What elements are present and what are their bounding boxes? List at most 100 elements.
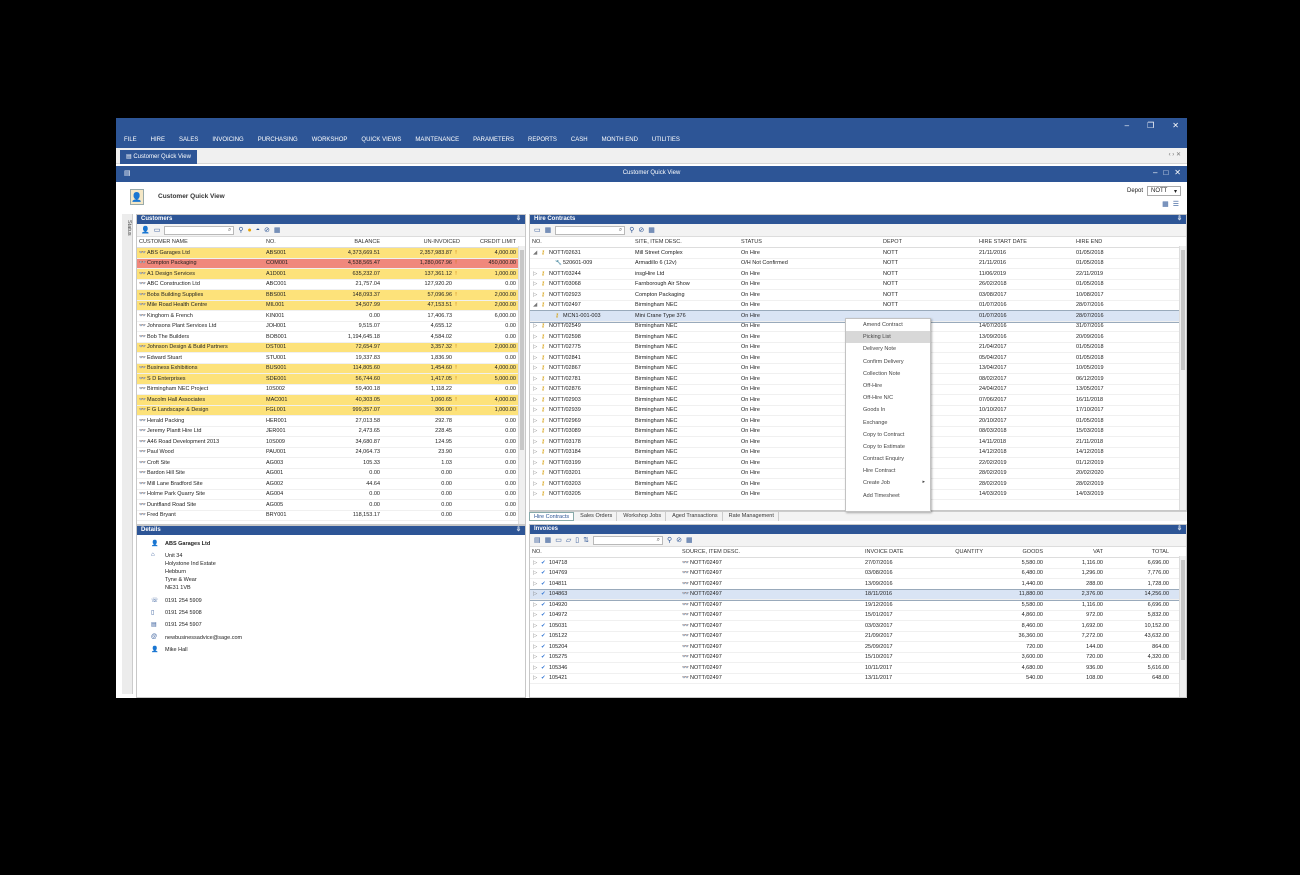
refresh-icon[interactable]: ⊘ [638,226,644,234]
table-row[interactable]: 👓A46 Road Development 2013 10S009 34,680.8… [137,437,525,448]
calendar-icon[interactable]: ▦ [545,226,552,234]
expand-icon[interactable]: ▷ [533,570,541,576]
column-header[interactable]: DEPOT [881,239,977,245]
menu-item-add-timesheet[interactable]: Add Timesheet [846,490,930,502]
table-row[interactable]: 👓Croft Site AG003 105.33 1.03 0.00 [137,458,525,469]
pin-icon[interactable]: ⇩ [516,215,521,222]
refresh-icon[interactable]: ⊘ [676,536,682,544]
table-row[interactable]: 👓Johnsons Plant Services Ltd JOH001 9,515.… [137,322,525,332]
menu-item-picking-list[interactable]: Picking List [846,331,930,344]
table-row[interactable]: 👓Johnson Design & Build Partners DST001 72… [137,342,525,353]
menu-item-contract-enquiry[interactable]: Contract Enquiry [846,453,930,465]
close-icon[interactable]: ✕ [1174,168,1181,177]
table-row[interactable]: ▷ ✔ 105204 👓NOTT/02497 25/09/2017 720.00 144.0… [530,642,1186,653]
expand-icon[interactable]: ▷ [533,612,541,618]
menu-item[interactable]: FILE [124,137,137,143]
menu-item[interactable]: PURCHASING [258,137,298,143]
status-side-tab[interactable]: Status [122,214,133,694]
menu-item[interactable]: HIRE [151,137,165,143]
table-row[interactable]: 👓Herald Packing HER001 27,013.58 292.78 0.00 [137,416,525,427]
menu-item[interactable]: UTILITIES [652,137,680,143]
menu-item[interactable]: QUICK VIEWS [361,137,401,143]
table-row[interactable]: 👓Bardon Hill Site AG001 0.00 0.00 0.00 [137,469,525,479]
expand-icon[interactable]: ▷ [533,418,541,424]
circle-icon[interactable]: ● [247,227,251,234]
table-row[interactable]: 👓Holme Park Quarry Site AG004 0.00 0.00 0.00 [137,490,525,500]
restore-icon[interactable]: ❐ [1147,121,1154,130]
customers-scrollbar[interactable] [518,246,525,524]
tab-customer-quick-view[interactable]: ▤ Customer Quick View [120,150,197,164]
menu-item-goods-in[interactable]: Goods In [846,404,930,416]
expand-icon[interactable]: ▷ [533,654,541,660]
menu-item-create-job[interactable]: Create Job ▸ [846,477,930,489]
table-row[interactable]: ▷ ✔ 104920 👓NOTT/02497 19/12/2016 5,580.00 1,1… [530,600,1186,611]
expand-icon[interactable]: ▷ [533,439,541,445]
table-row[interactable]: 👓Mill Lane Bradford Site AG002 44.64 0.00 0.… [137,479,525,490]
depot-dropdown[interactable]: NOTT ▾ [1147,186,1181,196]
table-row[interactable]: ▷ ⚷ NOTT/03068 Farnborough Air Show On Hire N… [530,280,1186,290]
filter-icon[interactable]: ◓ [256,227,260,234]
table-row[interactable]: ▷ ⚷ NOTT/03244 insgHire Ltd On Hire NOTT 11/06… [530,269,1186,280]
menu-item[interactable]: PARAMETERS [473,137,514,143]
expand-icon[interactable]: ▷ [533,675,541,681]
table-row[interactable]: 👓Fred Bryant BRY001 118,153.17 0.00 0.00 [137,511,525,521]
table-row[interactable]: ▷ ⚷ NOTT/02923 Compton Packaging On Hire NOTT… [530,290,1186,301]
expand-icon[interactable]: ▷ [533,560,541,566]
list-icon[interactable]: ☰ [1173,200,1179,208]
table-row[interactable]: ▷ ✔ 105346 👓NOTT/02497 10/11/2017 4,680.00 936… [530,663,1186,674]
menu-item[interactable]: MAINTENANCE [415,137,459,143]
tab-rate-management[interactable]: Rate Management [725,512,779,521]
expand-icon[interactable]: ▷ [533,591,541,597]
tab-aged-transactions[interactable]: Aged Transactions [668,512,723,521]
table-row[interactable]: 👓Kinghorn & French KIN001 0.00 17,406.73 6,0… [137,311,525,322]
table-row[interactable]: 👓Compton Packaging COM001 4,538,565.47 1,28… [137,258,525,269]
table-row[interactable]: 👓S D Enterprises SDE001 56,744.60 1,417.05!… [137,374,525,385]
table-row[interactable]: 👓Mile Road Health Centre MIL001 34,507.99 4… [137,300,525,311]
table-row[interactable]: 👓Edward Stuart STU001 19,337.83 1,836.90 0.0… [137,353,525,364]
menu-item-off-hire-n-c[interactable]: Off-Hire N/C [846,392,930,404]
pin-icon[interactable]: ⇩ [1177,525,1182,532]
pin-icon[interactable]: ⇩ [1177,215,1182,222]
table-row[interactable]: 👓Birmingham NEC Project 10S002 59,400.18 1,… [137,385,525,395]
grid-icon[interactable]: ▦ [686,536,693,544]
expand-icon[interactable]: ▷ [533,397,541,403]
expand-icon[interactable]: ◢ [533,302,541,308]
tab-sales-orders[interactable]: Sales Orders [576,512,618,521]
tab-hire-contracts[interactable]: Hire Contracts [529,512,575,521]
expand-icon[interactable]: ▷ [533,665,541,671]
expand-icon[interactable]: ▷ [533,355,541,361]
expand-icon[interactable]: ▷ [533,644,541,650]
menu-item-confirm-delivery[interactable]: Confirm Delivery [846,356,930,368]
refresh-icon[interactable]: ⊘ [264,226,270,234]
table-row[interactable]: 👓Paul Wood PAU001 24,064.73 23.90 0.00 [137,448,525,458]
menu-item-off-hire[interactable]: Off-Hire [846,380,930,392]
table-row[interactable]: ◢ ⚷ NOTT/02631 Mill Street Complex On Hire NO… [530,248,1186,259]
menu-item[interactable]: CASH [571,137,588,143]
column-header[interactable]: VAT [1045,549,1105,555]
hire-contracts-scrollbar[interactable] [1179,246,1186,510]
person-icon[interactable]: 👤 [141,226,150,234]
search-icon[interactable]: ⚲ [667,536,672,544]
grid-icon[interactable]: ▦ [274,226,281,234]
folder-icon[interactable]: ▱ [566,536,571,544]
table-row[interactable]: ▷ ✔ 105275 👓NOTT/02497 15/10/2017 3,600.00 720… [530,653,1186,663]
sort-icon[interactable]: ⇅ [583,536,589,544]
column-header[interactable]: STATUS [739,239,881,245]
table-row[interactable]: 👓A1 Design Services A1D001 635,232.07 137,3… [137,269,525,280]
maximize-icon[interactable]: □ [1163,168,1168,177]
grid-icon[interactable]: ▦ [648,226,655,234]
menu-item[interactable]: INVOICING [212,137,243,143]
menu-item-copy-to-estimate[interactable]: Copy to Estimate [846,441,930,453]
table-row[interactable]: 👓F G Landscape & Design FGL001 999,357.07 3… [137,405,525,416]
table-row[interactable]: ▷ ✔ 104769 👓NOTT/02497 03/08/2016 6,480.00 1,2… [530,569,1186,579]
expand-icon[interactable]: ▷ [533,344,541,350]
menu-item-hire-contract[interactable]: Hire Contract [846,465,930,477]
expand-icon[interactable]: ▷ [533,281,541,287]
table-row[interactable]: 👓Bobs Building Supplies BBS001 148,093.37 5… [137,290,525,301]
tab-workshop-jobs[interactable]: Workshop Jobs [619,512,667,521]
menu-item-copy-to-contract[interactable]: Copy to Contract [846,429,930,441]
table-row[interactable]: 👓Business Exhibitions BUS001 114,805.60 1,4… [137,363,525,374]
expand-icon[interactable]: ▷ [533,271,541,277]
close-icon[interactable]: ✕ [1172,121,1179,130]
column-header[interactable]: CUSTOMER NAME [137,239,264,245]
